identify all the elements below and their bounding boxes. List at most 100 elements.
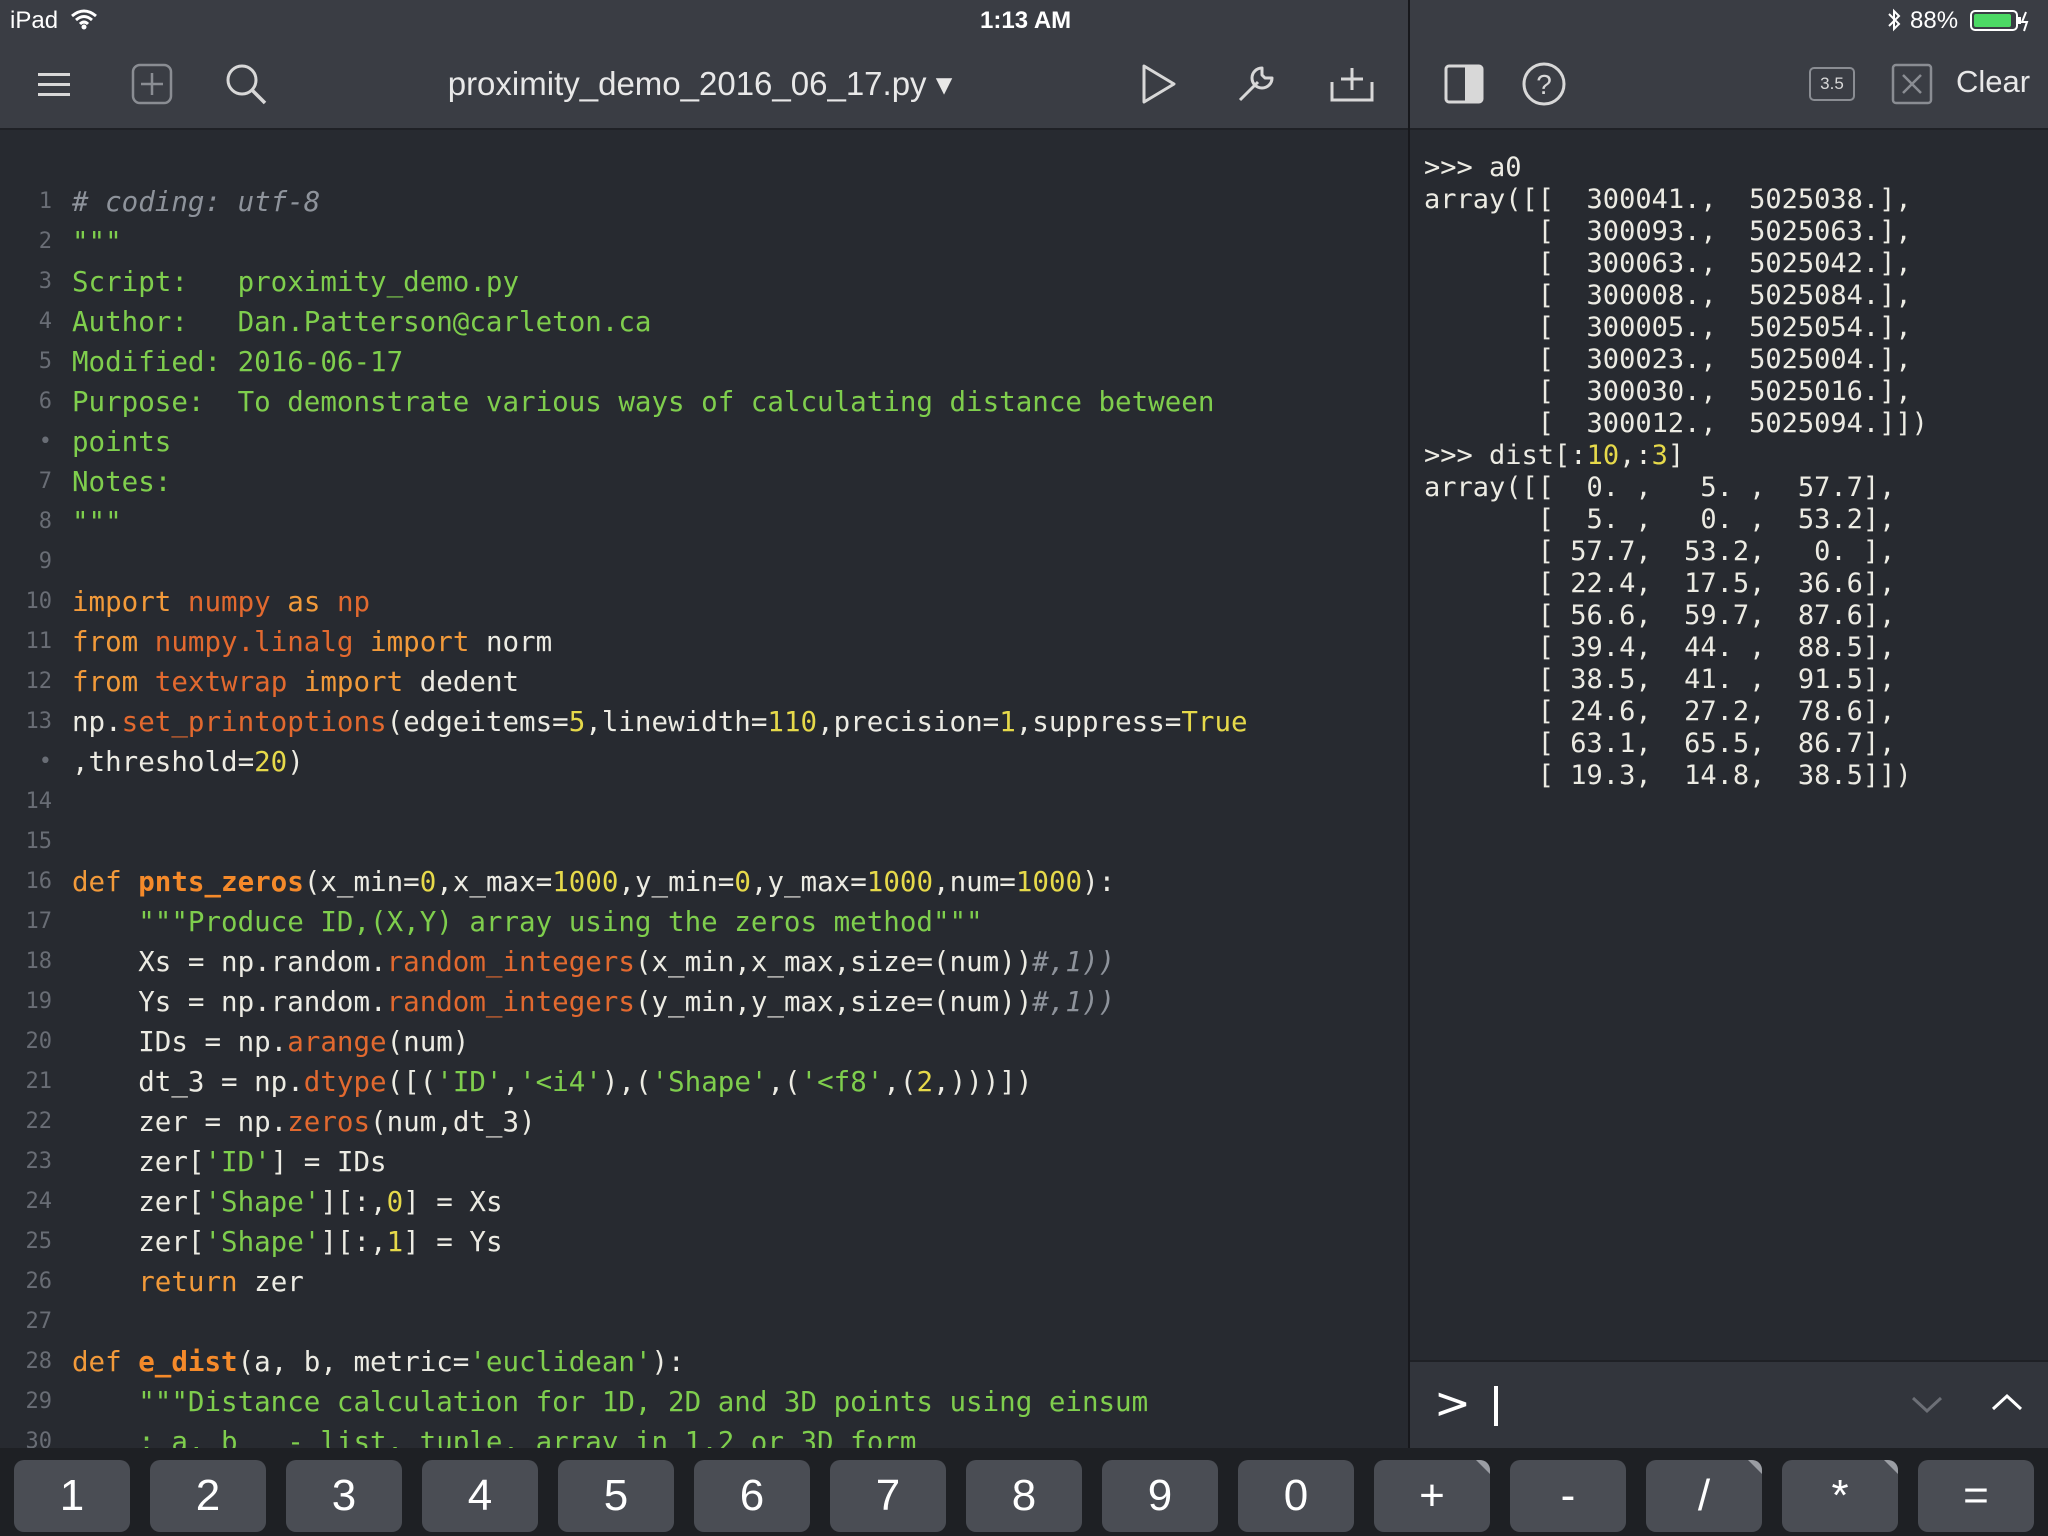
key-12[interactable]: / xyxy=(1646,1460,1762,1532)
key-4[interactable]: 5 xyxy=(558,1460,674,1532)
code-line[interactable]: 9 xyxy=(0,542,1408,582)
code-token: 5 xyxy=(568,706,586,738)
console-toolbar: ? 3.5 Clear xyxy=(1410,40,2048,130)
code-line[interactable]: 8 """ xyxy=(0,502,1408,542)
python-version-button[interactable]: 3.5 xyxy=(1808,60,1856,108)
key-7[interactable]: 8 xyxy=(966,1460,1082,1532)
run-button[interactable] xyxy=(1134,60,1182,108)
help-button[interactable]: ? xyxy=(1520,60,1568,108)
file-title-dropdown[interactable]: proximity_demo_2016_06_17.py ▾ xyxy=(380,64,1020,103)
code-line[interactable]: 17 """Produce ID,(X,Y) array using the z… xyxy=(0,902,1408,942)
new-file-button[interactable] xyxy=(128,60,176,108)
code-line[interactable]: 19 Ys = np.random.random_integers(y_min,… xyxy=(0,982,1408,1022)
wrench-icon xyxy=(1238,66,1274,102)
line-number: 22 xyxy=(25,1109,53,1134)
long-press-indicator xyxy=(1476,1460,1490,1474)
key-0[interactable]: 1 xyxy=(14,1460,130,1532)
line-number: 25 xyxy=(25,1229,53,1254)
key-8[interactable]: 9 xyxy=(1102,1460,1218,1532)
code-line[interactable]: 14 xyxy=(0,782,1408,822)
console-token: [ 300023., 5025004.], xyxy=(1424,344,1912,375)
code-line[interactable]: 26 return zer xyxy=(0,1262,1408,1302)
key-label: 2 xyxy=(195,1471,221,1520)
code-line[interactable]: 7 Notes: xyxy=(0,462,1408,502)
menu-button[interactable] xyxy=(30,60,78,108)
code-lines: 1 # coding: utf-8 2 """ 3 Script: proximity_d… xyxy=(0,182,1408,1448)
code-line[interactable]: 2 """ xyxy=(0,222,1408,262)
key-9[interactable]: 0 xyxy=(1238,1460,1354,1532)
code-line[interactable]: 30 : a, b - list, tuple, array in 1,2 or… xyxy=(0,1422,1408,1448)
code-line[interactable]: 12 from textwrap import dedent xyxy=(0,662,1408,702)
code-line[interactable]: 3 Script: proximity_demo.py xyxy=(0,262,1408,302)
line-number: 1 xyxy=(38,189,52,214)
code-line[interactable]: 10 import numpy as np xyxy=(0,582,1408,622)
code-line[interactable]: 11 from numpy.linalg import norm xyxy=(0,622,1408,662)
console-line: [ 300023., 5025004.], xyxy=(1424,344,1928,376)
code-line[interactable]: 24 zer['Shape'][:,0] = Xs xyxy=(0,1182,1408,1222)
code-token: : a, b - list, tuple, array in 1,2 or 3D… xyxy=(72,1426,917,1448)
console-line: array([[ 300041., 5025038.], xyxy=(1424,184,1928,216)
line-number: 8 xyxy=(38,509,52,534)
code-token: ] = IDs xyxy=(270,1146,387,1178)
code-line[interactable]: 15 xyxy=(0,822,1408,862)
key-13[interactable]: * xyxy=(1782,1460,1898,1532)
status-bar-right: 88% xyxy=(1410,0,2048,40)
code-line[interactable]: 22 zer = np.zeros(num,dt_3) xyxy=(0,1102,1408,1142)
code-line[interactable]: 27 xyxy=(0,1302,1408,1342)
code-token: 1000 xyxy=(866,866,934,898)
code-token: 'ID' xyxy=(436,1066,503,1098)
code-text: zer['Shape'][:,0] = Xs xyxy=(72,1182,502,1222)
code-line[interactable]: 1 # coding: utf-8 xyxy=(0,182,1408,222)
code-token: dedent xyxy=(403,666,520,698)
code-line[interactable]: 18 Xs = np.random.random_integers(x_min,… xyxy=(0,942,1408,982)
code-line[interactable]: 4 Author: Dan.Patterson@carleton.ca xyxy=(0,302,1408,342)
code-line[interactable]: 29 """Distance calculation for 1D, 2D an… xyxy=(0,1382,1408,1422)
code-token: 110 xyxy=(767,706,818,738)
tools-button[interactable] xyxy=(1232,60,1280,108)
code-token: '<i4' xyxy=(519,1066,602,1098)
status-bar-left: iPad 1:13 AM xyxy=(0,0,1408,40)
code-token: (a, b, metric= xyxy=(237,1346,470,1378)
code-token: ,num= xyxy=(933,866,1016,898)
search-button[interactable] xyxy=(222,60,270,108)
console-token: [ 300005., 5025054.], xyxy=(1424,312,1912,343)
code-line[interactable]: 5 Modified: 2016-06-17 xyxy=(0,342,1408,382)
key-5[interactable]: 6 xyxy=(694,1460,810,1532)
key-14[interactable]: = xyxy=(1918,1460,2034,1532)
code-line[interactable]: 16 def pnts_zeros(x_min=0,x_max=1000,y_mi… xyxy=(0,862,1408,902)
code-line[interactable]: 6 Purpose: To demonstrate various ways of… xyxy=(0,382,1408,422)
code-line[interactable]: 23 zer['ID'] = IDs xyxy=(0,1142,1408,1182)
key-11[interactable]: - xyxy=(1510,1460,1626,1532)
key-6[interactable]: 7 xyxy=(830,1460,946,1532)
code-token: '<f8' xyxy=(800,1066,884,1098)
code-line[interactable]: 21 dt_3 = np.dtype([('ID','<i4'),('Shape… xyxy=(0,1062,1408,1102)
key-1[interactable]: 2 xyxy=(150,1460,266,1532)
key-2[interactable]: 3 xyxy=(286,1460,402,1532)
code-token: numpy.linalg xyxy=(154,626,354,658)
code-token: ,x_max= xyxy=(436,866,553,898)
code-line[interactable]: 25 zer['Shape'][:,1] = Ys xyxy=(0,1222,1408,1262)
code-token: (edgeitems= xyxy=(386,706,569,738)
chevron-down-icon[interactable] xyxy=(1910,1392,1944,1416)
clear-button[interactable]: Clear xyxy=(1956,64,2030,100)
console-token: [ 300093., 5025063.], xyxy=(1424,216,1912,247)
split-view-button[interactable] xyxy=(1440,60,1488,108)
add-to-tray-button[interactable] xyxy=(1328,60,1376,108)
code-line[interactable]: 28 def e_dist(a, b, metric='euclidean'): xyxy=(0,1342,1408,1382)
code-line[interactable]: 20 IDs = np.arange(num) xyxy=(0,1022,1408,1062)
key-10[interactable]: + xyxy=(1374,1460,1490,1532)
key-3[interactable]: 4 xyxy=(422,1460,538,1532)
code-line[interactable]: 13 np.set_printoptions(edgeitems=5,linewi… xyxy=(0,702,1408,742)
chevron-up-icon[interactable] xyxy=(1990,1390,2024,1414)
code-editor[interactable]: 1 # coding: utf-8 2 """ 3 Script: proximity_d… xyxy=(0,130,1408,1448)
code-line[interactable]: • ,threshold=20) xyxy=(0,742,1408,782)
code-line[interactable]: • points xyxy=(0,422,1408,462)
code-token: (y_min,y_max,size=(num)) xyxy=(634,986,1033,1018)
console-input[interactable]: > xyxy=(1410,1360,2048,1450)
console-token: [ 57.7, 53.2, 0. ], xyxy=(1424,536,1896,567)
clear-console-icon-button[interactable] xyxy=(1888,60,1936,108)
console-token: [ 38.5, 41. , 91.5], xyxy=(1424,664,1896,695)
code-token: np xyxy=(336,586,371,618)
